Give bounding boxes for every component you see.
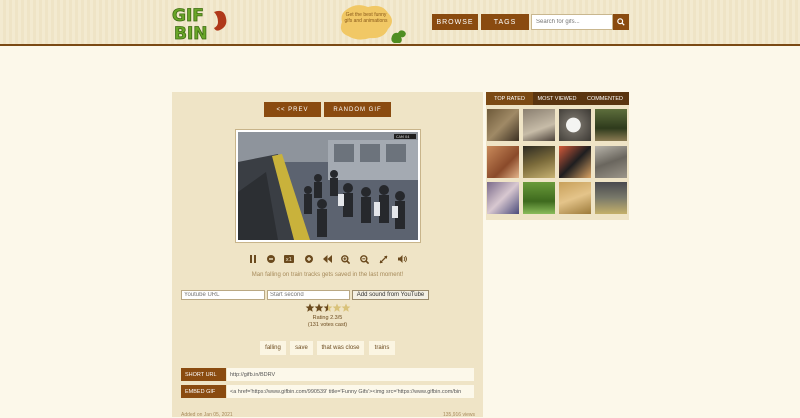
prev-button[interactable]: << PREV bbox=[264, 102, 321, 117]
search-input[interactable] bbox=[531, 14, 613, 30]
rewind-button[interactable] bbox=[322, 254, 332, 264]
embed-gif-field[interactable]: <a href='https://www.gifbin.com/990539' … bbox=[227, 385, 474, 398]
embed-gif-label: EMBED GIF bbox=[181, 385, 226, 398]
one-x-label: x1 bbox=[286, 257, 292, 263]
one-x-icon: x1 bbox=[284, 255, 294, 263]
gif-video[interactable]: CAM 04 bbox=[238, 132, 418, 240]
youtube-url-input[interactable] bbox=[181, 290, 265, 300]
tag-save[interactable]: save bbox=[290, 341, 313, 355]
short-url-field[interactable]: http://gifb.in/BDRV bbox=[227, 368, 474, 381]
speed-reset-button[interactable]: x1 bbox=[284, 254, 294, 264]
volume-button[interactable] bbox=[397, 254, 407, 264]
search-icon bbox=[617, 18, 625, 26]
thumbnail[interactable] bbox=[559, 109, 591, 141]
tab-most-viewed[interactable]: MOST VIEWED bbox=[533, 92, 581, 105]
tab-commented[interactable]: COMMENTED bbox=[581, 92, 629, 105]
plus-icon bbox=[305, 255, 313, 263]
squirrel-icon bbox=[391, 30, 406, 43]
search-button[interactable] bbox=[613, 14, 629, 30]
rating-summary: Rating 2.3/5 (131 votes cast) bbox=[172, 315, 483, 329]
thumbnail[interactable] bbox=[595, 146, 627, 178]
rewind-icon bbox=[322, 255, 332, 263]
thumbnail[interactable] bbox=[487, 146, 519, 178]
thumbnail[interactable] bbox=[595, 109, 627, 141]
zoom-out-icon bbox=[359, 254, 369, 264]
thumbnail[interactable] bbox=[559, 182, 591, 214]
thumbnail[interactable] bbox=[523, 146, 555, 178]
thumbnail[interactable] bbox=[487, 109, 519, 141]
thumbnail[interactable] bbox=[523, 182, 555, 214]
thumbnail[interactable] bbox=[559, 146, 591, 178]
tab-top-rated[interactable]: TOP RATED bbox=[486, 92, 533, 105]
rating-star[interactable] bbox=[305, 303, 315, 312]
zoom-in-button[interactable] bbox=[340, 254, 350, 264]
zoom-out-button[interactable] bbox=[359, 254, 369, 264]
rating-star[interactable] bbox=[341, 303, 351, 312]
tags-button[interactable]: TAGS bbox=[481, 14, 529, 30]
volume-icon bbox=[397, 255, 407, 263]
rating-star[interactable] bbox=[323, 303, 333, 312]
minus-icon bbox=[267, 255, 275, 263]
random-gif-button[interactable]: RANDOM GIF bbox=[324, 102, 391, 117]
pause-icon bbox=[250, 255, 256, 263]
svg-text:GIF: GIF bbox=[172, 6, 204, 26]
view-count: 135,916 views bbox=[443, 412, 475, 418]
rating-star[interactable] bbox=[314, 303, 324, 312]
gifbin-logo[interactable]: GIF BIN bbox=[170, 4, 232, 42]
site-header: GIF BIN Get the best funny gifs and anim… bbox=[0, 0, 800, 46]
rating-star[interactable] bbox=[332, 303, 342, 312]
thumbnail[interactable] bbox=[487, 182, 519, 214]
expand-icon bbox=[379, 255, 387, 263]
svg-text:BIN: BIN bbox=[174, 24, 208, 42]
thumbnail[interactable] bbox=[595, 182, 627, 214]
tag-falling[interactable]: falling bbox=[260, 341, 286, 355]
browse-button[interactable]: BROWSE bbox=[432, 14, 478, 30]
pause-button[interactable] bbox=[248, 254, 258, 264]
rating-stars[interactable] bbox=[305, 303, 351, 313]
slower-button[interactable] bbox=[266, 254, 276, 264]
short-url-label: SHORT URL bbox=[181, 368, 226, 381]
thumbnail[interactable] bbox=[523, 109, 555, 141]
start-second-input[interactable] bbox=[267, 290, 350, 300]
add-sound-button[interactable]: Add sound from YouTube bbox=[352, 290, 429, 300]
tag-trains[interactable]: trains bbox=[369, 341, 395, 355]
zoom-in-icon bbox=[340, 254, 350, 264]
video-stamp: CAM 04 bbox=[396, 135, 410, 139]
votes-count: (131 votes cast) bbox=[307, 322, 348, 328]
fullscreen-button[interactable] bbox=[378, 254, 388, 264]
faster-button[interactable] bbox=[304, 254, 314, 264]
tag-that-was-close[interactable]: that was close bbox=[317, 341, 364, 355]
tagline-text: Get the best funny gifs and animations bbox=[344, 12, 388, 24]
gif-caption: Man falling on train tracks gets saved i… bbox=[251, 272, 404, 278]
added-date: Added on Jan 05, 2021 bbox=[181, 412, 233, 418]
rating-value: Rating 2.3/5 bbox=[312, 315, 343, 321]
